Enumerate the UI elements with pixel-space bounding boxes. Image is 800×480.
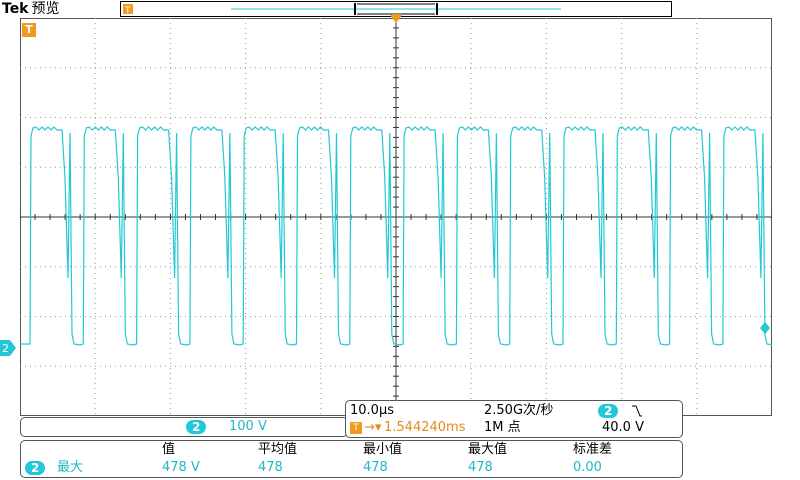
graticule bbox=[20, 18, 772, 416]
measure-min: 478 bbox=[363, 460, 388, 475]
ch2-marker-label: 2 bbox=[2, 342, 9, 355]
measure-header-max: 最大值 bbox=[468, 442, 508, 457]
ch2-ground-marker[interactable]: 2 bbox=[0, 340, 16, 356]
falling-edge-icon bbox=[632, 405, 642, 417]
trigger-pos-icon: T bbox=[350, 422, 362, 434]
mode-label: 预览 bbox=[31, 1, 60, 17]
measure-name: 最大 bbox=[57, 460, 84, 475]
horizontal-panel[interactable]: 10.0µs 2.50G次/秒 2 T →▾ 1.544240ms 1M 点 4… bbox=[345, 400, 683, 438]
trigger-t-marker[interactable]: T bbox=[22, 23, 36, 37]
record-overview-graphic: T bbox=[123, 3, 561, 16]
ch2-scale: 100 V bbox=[229, 419, 267, 434]
channel-scale-panel[interactable]: 2 100 V bbox=[20, 417, 348, 437]
measurement-panel[interactable]: 值 平均值 最小值 最大值 标准差 2 最大 478 V 478 478 478… bbox=[20, 440, 683, 478]
measure-mean: 478 bbox=[258, 460, 283, 475]
record-length: 1M 点 bbox=[484, 420, 521, 435]
measure-header-min: 最小值 bbox=[363, 442, 403, 457]
ch2-badge: 2 bbox=[186, 420, 207, 434]
measure-stddev: 0.00 bbox=[573, 460, 602, 475]
timebase: 10.0µs bbox=[350, 403, 394, 418]
trigger-position-marker[interactable] bbox=[390, 15, 402, 23]
measure-header-stddev: 标准差 bbox=[573, 442, 613, 457]
measure-value: 478 V bbox=[162, 460, 200, 475]
brand-logo: Tek bbox=[2, 1, 29, 17]
trigger-position: 1.544240ms bbox=[384, 420, 466, 435]
waveform-display[interactable] bbox=[20, 18, 772, 416]
measure-header-value: 值 bbox=[162, 442, 176, 457]
sample-rate: 2.50G次/秒 bbox=[484, 403, 554, 418]
trigger-level-marker[interactable] bbox=[760, 322, 770, 334]
measure-header-mean: 平均值 bbox=[258, 442, 298, 457]
trigger-level: 40.0 V bbox=[602, 420, 644, 435]
trigger-source-badge: 2 bbox=[598, 404, 619, 418]
trigger-arrow-icon: →▾ bbox=[364, 420, 382, 435]
measure-max: 478 bbox=[468, 460, 493, 475]
brand: Tek 预览 bbox=[2, 0, 60, 18]
measure-ch2-badge: 2 bbox=[25, 461, 46, 475]
overview-trigger-glyph: T bbox=[124, 6, 131, 16]
